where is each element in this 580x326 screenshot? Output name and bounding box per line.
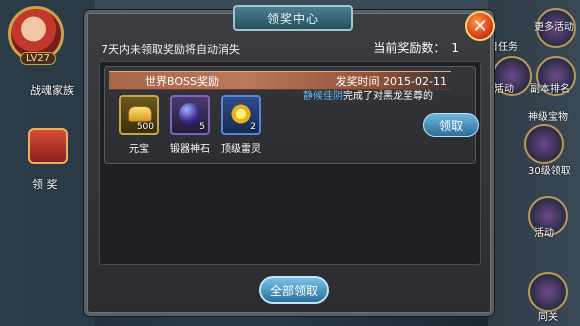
right-hud: 更多活动 日任务 活动 副本排名 神级宝物 30级领取 活动 同关 bbox=[488, 0, 580, 326]
dialog-title-banner: 领奖中心 bbox=[233, 5, 353, 31]
forge-stone-icon[interactable]: 5 bbox=[170, 95, 210, 135]
reward-qty: 2 bbox=[250, 122, 256, 132]
reward-label[interactable]: 领 奖 bbox=[32, 176, 58, 192]
dungeon-rank-label: 副本排名 bbox=[530, 84, 570, 95]
battle-button[interactable] bbox=[528, 272, 568, 312]
divine-treasure-button[interactable] bbox=[524, 124, 564, 164]
player-name: 静候佳阴 bbox=[303, 91, 343, 102]
level30-claim-label[interactable]: 30级领取 bbox=[528, 162, 571, 177]
forge-stone-graphic bbox=[179, 103, 201, 125]
reward-qty: 500 bbox=[136, 122, 154, 132]
event-label: 活动 bbox=[534, 228, 554, 239]
family-label[interactable]: 战魂家族 bbox=[30, 82, 74, 98]
battle-label: 同关 bbox=[538, 312, 558, 323]
gold-ingot-graphic bbox=[128, 106, 152, 122]
reward-name: 顶级雷灵 bbox=[221, 144, 261, 155]
player-level: LV27 bbox=[20, 52, 57, 65]
reward-list-item: 世界BOSS奖励 发奖时间 2015-02-11 静候佳阴完成了对黑龙至尊的 5… bbox=[104, 66, 479, 164]
reward-count-value: 1 bbox=[451, 41, 459, 55]
claim-all-button[interactable]: 全部领取 bbox=[259, 276, 329, 304]
reward-source: 世界BOSS奖励 bbox=[145, 75, 219, 88]
reward-list[interactable]: 世界BOSS奖励 发奖时间 2015-02-11 静候佳阴完成了对黑龙至尊的 5… bbox=[99, 61, 481, 265]
message-text: 完成了对黑龙至尊的 bbox=[343, 91, 433, 102]
close-icon[interactable]: ✕ bbox=[465, 11, 495, 41]
reward-message: 静候佳阴完成了对黑龙至尊的 bbox=[303, 87, 433, 102]
thunder-spirit-icon[interactable]: 2 bbox=[221, 95, 261, 135]
more-activities-label: 更多活动 bbox=[534, 22, 574, 33]
reward-count-label: 当前奖励数： bbox=[373, 41, 446, 55]
left-hud: LV27 战魂家族 领 奖 bbox=[0, 0, 95, 326]
claim-button[interactable]: 领取 bbox=[423, 113, 479, 137]
divine-treasure-label[interactable]: 神级宝物 bbox=[528, 108, 568, 123]
reward-qty: 5 bbox=[199, 122, 205, 132]
reward-count: 当前奖励数： 1 bbox=[373, 39, 459, 56]
reward-center-dialog: 领奖中心 ✕ 7天内未领取奖励将自动消失 当前奖励数： 1 世界BOSS奖励 发奖… bbox=[84, 5, 495, 316]
activity-label: 活动 bbox=[494, 84, 514, 95]
dialog-title: 领奖中心 bbox=[266, 11, 319, 26]
expiry-notice: 7天内未领取奖励将自动消失 bbox=[101, 43, 240, 56]
gift-icon[interactable] bbox=[28, 128, 68, 164]
gold-ingot-icon[interactable]: 500 bbox=[119, 95, 159, 135]
